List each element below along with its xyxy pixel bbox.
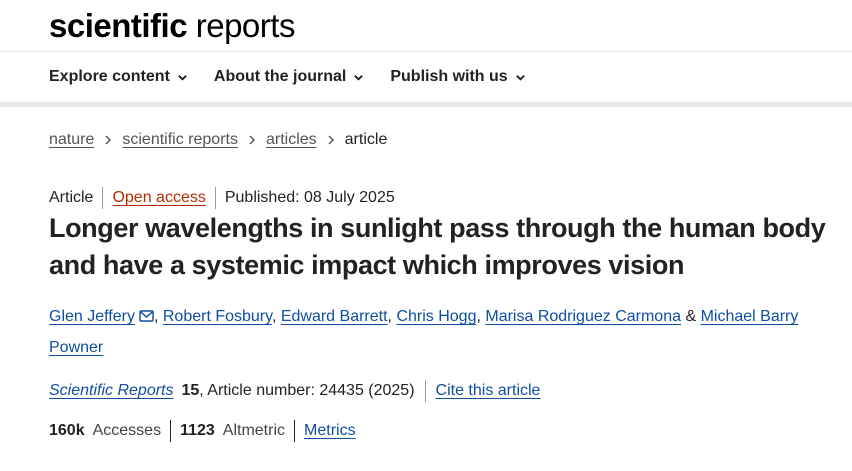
accesses-label: Accesses: [92, 422, 162, 439]
chevron-down-icon: [178, 74, 187, 81]
journal-link[interactable]: Scientific Reports: [49, 382, 174, 400]
article-meta: Article Open access Published: 08 July 2…: [49, 187, 395, 209]
breadcrumb-nature[interactable]: nature: [49, 131, 94, 149]
altmetric-label: Altmetric: [222, 422, 286, 439]
accesses-count: 160k: [49, 422, 85, 439]
altmetric-score: 1123: [180, 422, 215, 439]
article-number: , Article number: 24435 (2025): [199, 382, 415, 399]
author-link[interactable]: Chris Hogg: [396, 308, 476, 325]
published-date: Published: 08 July 2025: [224, 189, 395, 206]
article-type: Article: [49, 189, 94, 206]
cite-this-article-link[interactable]: Cite this article: [436, 382, 541, 400]
main-nav: Explore content About the journal Publis…: [0, 52, 852, 107]
author-link[interactable]: Edward Barrett: [281, 308, 388, 325]
nav-about-journal[interactable]: About the journal: [214, 68, 364, 86]
metrics-bar: 160k Accesses 1123 Altmetric Metrics: [49, 420, 356, 442]
breadcrumb-current: article: [344, 131, 388, 148]
breadcrumb-articles[interactable]: articles: [266, 131, 317, 149]
nav-label: Explore content: [49, 68, 170, 85]
meta-divider: [102, 187, 104, 209]
mail-icon[interactable]: [139, 310, 154, 322]
author-link[interactable]: Glen Jeffery: [49, 308, 135, 325]
nav-label: Publish with us: [390, 68, 508, 85]
logo-bold-text: scientific: [49, 7, 188, 44]
author-link[interactable]: Robert Fosbury: [163, 308, 272, 325]
meta-divider: [214, 187, 216, 209]
nav-explore-content[interactable]: Explore content: [49, 68, 188, 86]
author-list: Glen Jeffery, Robert Fosbury, Edward Bar…: [49, 301, 809, 363]
volume-number: 15: [181, 382, 200, 399]
breadcrumb-scientific-reports[interactable]: scientific reports: [122, 131, 238, 149]
author-separator: ,: [271, 308, 281, 325]
chevron-right-icon: [328, 135, 334, 145]
logo-light-text: reports: [195, 7, 296, 44]
chevron-down-icon: [515, 74, 525, 81]
site-logo[interactable]: scientific reports: [49, 9, 295, 42]
citation-divider: [424, 380, 426, 402]
author-link[interactable]: Marisa Rodriguez Carmona: [485, 308, 681, 325]
site-header: scientific reports: [0, 0, 852, 52]
author-separator: &: [681, 308, 701, 325]
chevron-right-icon: [249, 135, 256, 145]
nav-label: About the journal: [213, 68, 347, 85]
breadcrumb: nature scientific reports articles artic…: [49, 131, 387, 149]
open-access-link[interactable]: Open access: [112, 189, 205, 207]
nav-publish-with-us[interactable]: Publish with us: [390, 68, 525, 86]
article-title: Longer wavelengths in sunlight pass thro…: [49, 213, 826, 280]
author-separator: ,: [153, 308, 163, 325]
chevron-down-icon: [354, 74, 364, 81]
citation-line: Scientific Reports 15 , Article number: …: [49, 380, 540, 402]
metrics-link[interactable]: Metrics: [304, 422, 356, 440]
chevron-right-icon: [105, 135, 112, 145]
metrics-divider: [294, 420, 296, 442]
metrics-divider: [170, 420, 172, 442]
